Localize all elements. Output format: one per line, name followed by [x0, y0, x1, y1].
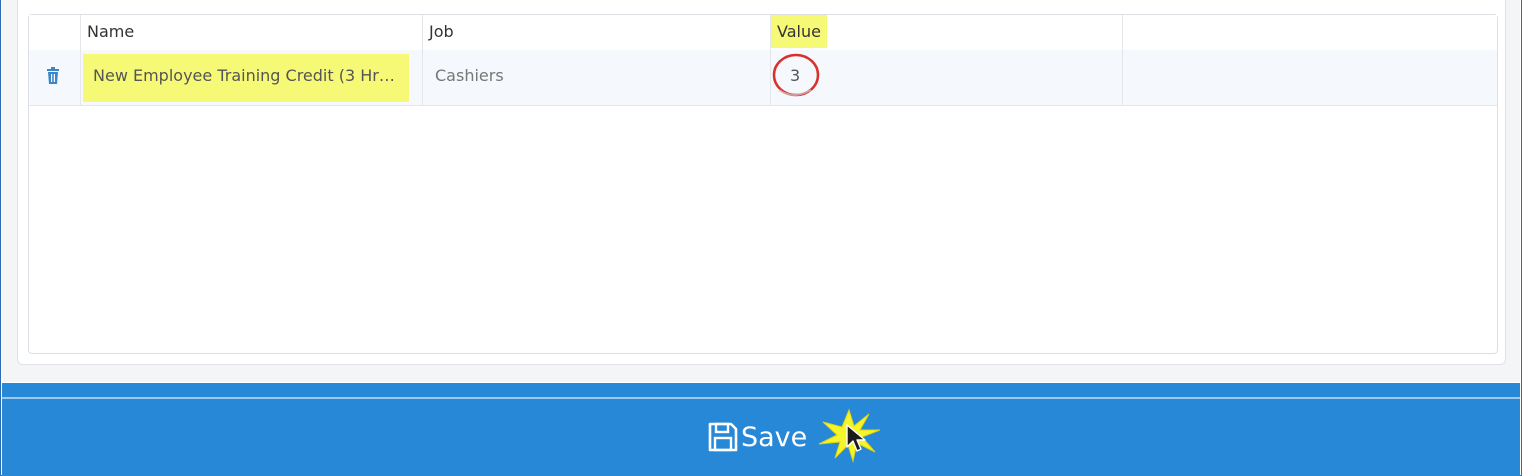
row-actions-cell: [29, 50, 81, 105]
save-button[interactable]: Save: [707, 417, 807, 457]
value-annotation: 3: [772, 53, 821, 98]
main-content: Name Job Value New Employee Training Cre…: [2, 0, 1520, 382]
row-value-cell[interactable]: 3: [771, 50, 1123, 105]
app-window: Name Job Value New Employee Training Cre…: [0, 0, 1522, 476]
grid-card: Name Job Value New Employee Training Cre…: [17, 0, 1506, 365]
mouse-cursor-icon: [846, 424, 866, 452]
grid-header: Name Job Value: [29, 15, 1497, 51]
header-job[interactable]: Job: [423, 15, 771, 50]
save-label: Save: [741, 421, 808, 453]
header-value-cell[interactable]: Value: [771, 15, 1123, 50]
row-extra-cell: [1123, 50, 1499, 105]
row-job-cell[interactable]: Cashiers: [423, 50, 771, 105]
footer-divider: [2, 397, 1520, 399]
header-extra: [1123, 15, 1499, 50]
row-job: Cashiers: [435, 66, 504, 85]
header-actions: [29, 15, 81, 50]
footer-bar: Save: [2, 383, 1520, 476]
trash-icon[interactable]: [46, 67, 60, 85]
header-name[interactable]: Name: [81, 15, 423, 50]
floppy-disk-icon: [708, 422, 738, 452]
table-row[interactable]: New Employee Training Credit (3 Hrs... C…: [29, 50, 1497, 106]
row-name: New Employee Training Credit (3 Hrs...: [93, 66, 399, 85]
row-value[interactable]: 3: [790, 66, 800, 85]
row-name-cell[interactable]: New Employee Training Credit (3 Hrs...: [81, 50, 423, 105]
data-grid: Name Job Value New Employee Training Cre…: [28, 14, 1498, 354]
header-value: Value: [771, 15, 827, 48]
